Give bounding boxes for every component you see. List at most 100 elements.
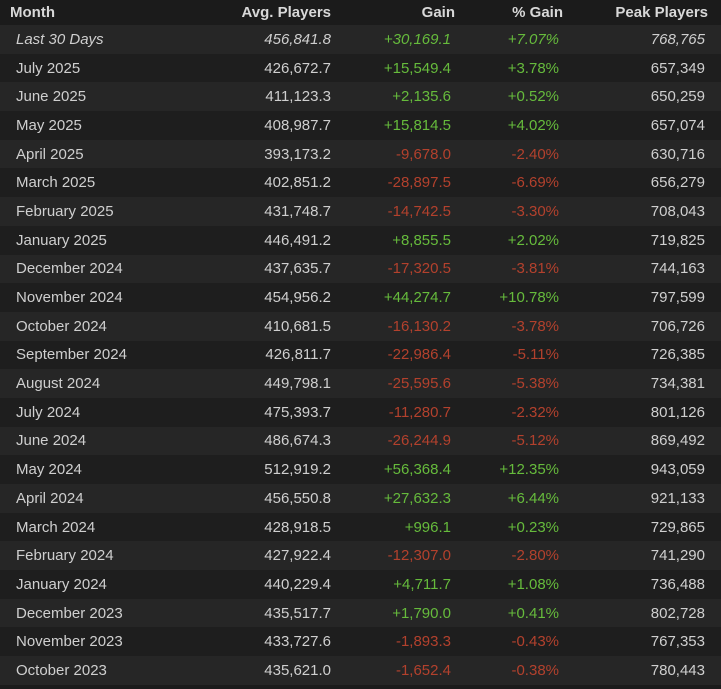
avg-players-cell: 428,918.5 [150, 512, 340, 542]
month-cell: September 2024 [0, 340, 150, 370]
peak-players-cell: 719,825 [579, 225, 721, 255]
table-row: April 2024 456,550.8 +27,632.3 +6.44% 921,13… [0, 484, 721, 513]
percent-gain-cell: +12.35% [466, 455, 579, 484]
gain-cell: +44,274.7 [340, 283, 466, 312]
table-row: October 2023 435,621.0 -1,652.4 -0.38% 780,4… [0, 656, 721, 685]
percent-gain-cell: -5.38% [466, 369, 579, 398]
gain-cell: +1,790.0 [340, 598, 466, 628]
peak-players-cell: 767,353 [579, 627, 721, 657]
gain-cell: -26,244.9 [340, 426, 466, 456]
gain-cell: +56,368.4 [340, 455, 466, 484]
percent-gain-cell: -5.11% [466, 340, 579, 370]
peak-players-cell: 736,488 [579, 570, 721, 599]
peak-players-cell: 869,492 [579, 426, 721, 456]
avg-players-cell: 411,123.3 [150, 82, 340, 112]
table-row: May 2024 512,919.2 +56,368.4 +12.35% 943,059 [0, 455, 721, 484]
peak-players-cell: 741,290 [579, 541, 721, 571]
peak-players-cell: 797,599 [579, 283, 721, 312]
gain-cell: -14,742.5 [340, 197, 466, 226]
percent-gain-cell: +0.23% [466, 512, 579, 542]
avg-players-cell: 402,851.2 [150, 168, 340, 198]
peak-players-column-header[interactable]: Peak Players [579, 0, 721, 25]
month-column-header[interactable]: Month [0, 0, 150, 25]
gain-cell: +996.1 [340, 512, 466, 542]
month-cell: May 2025 [0, 111, 150, 140]
peak-players-cell: 734,381 [579, 369, 721, 398]
table-row: July 2025 426,672.7 +15,549.4 +3.78% 657,349 [0, 53, 721, 83]
table-row: Last 30 Days 456,841.8 +30,169.1 +7.07% 768,… [0, 25, 721, 54]
table-row: May 2025 408,987.7 +15,814.5 +4.02% 657,074 [0, 111, 721, 140]
percent-gain-cell: +10.78% [466, 283, 579, 312]
percent-gain-cell: +6.44% [466, 484, 579, 513]
percent-gain-cell: -3.78% [466, 311, 579, 341]
table-row: September 2024 426,811.7 -22,986.4 -5.11% 72… [0, 340, 721, 370]
avg-players-cell: 393,173.2 [150, 139, 340, 169]
month-cell: January 2024 [0, 570, 150, 599]
month-cell: November 2024 [0, 283, 150, 312]
gain-cell: -25,595.6 [340, 369, 466, 398]
percent-gain-cell: -2.40% [466, 139, 579, 169]
percent-gain-column-header[interactable]: % Gain [466, 0, 579, 25]
avg-players-cell: 433,727.6 [150, 627, 340, 657]
table-row: March 2024 428,918.5 +996.1 +0.23% 729,865 [0, 512, 721, 542]
avg-players-cell: 449,798.1 [150, 369, 340, 398]
month-cell: July 2025 [0, 53, 150, 83]
peak-players-cell: 630,716 [579, 139, 721, 169]
table-row: April 2025 393,173.2 -9,678.0 -2.40% 630,716 [0, 139, 721, 169]
header-row: Month Avg. Players Gain % Gain Peak Play… [0, 0, 721, 25]
gain-cell: -11,280.7 [340, 397, 466, 427]
avg-players-cell: 427,922.4 [150, 541, 340, 571]
month-cell: November 2023 [0, 627, 150, 657]
table-row: January 2024 440,229.4 +4,711.7 +1.08% 736,4… [0, 570, 721, 599]
gain-column-header[interactable]: Gain [340, 0, 466, 25]
gain-cell: +8,855.5 [340, 225, 466, 255]
month-cell: October 2023 [0, 656, 150, 685]
gain-cell: -16,130.2 [340, 311, 466, 341]
avg-players-cell: 435,621.0 [150, 656, 340, 685]
month-cell: August 2024 [0, 369, 150, 398]
percent-gain-cell: +7.07% [466, 25, 579, 54]
peak-players-cell: 726,385 [579, 340, 721, 370]
month-cell: June 2024 [0, 426, 150, 456]
gain-cell: -22,986.4 [340, 340, 466, 370]
peak-players-cell: 802,728 [579, 598, 721, 628]
percent-gain-cell: +1.08% [466, 570, 579, 599]
gain-cell: +15,549.4 [340, 53, 466, 83]
month-cell: Last 30 Days [0, 25, 150, 54]
table-row: February 2024 427,922.4 -12,307.0 -2.80% 741… [0, 541, 721, 571]
month-cell: July 2024 [0, 397, 150, 427]
month-cell: February 2025 [0, 197, 150, 226]
table-row: July 2024 475,393.7 -11,280.7 -2.32% 801,126 [0, 397, 721, 427]
table-row: March 2025 402,851.2 -28,897.5 -6.69% 656,27… [0, 168, 721, 198]
gain-cell: -9,678.0 [340, 139, 466, 169]
percent-gain-cell: -3.81% [466, 254, 579, 284]
avg-players-cell: 486,674.3 [150, 426, 340, 456]
gain-cell: -17,320.5 [340, 254, 466, 284]
percent-gain-cell: -2.80% [466, 541, 579, 571]
month-cell: March 2025 [0, 168, 150, 198]
gain-cell: -28,897.5 [340, 168, 466, 198]
peak-players-cell: 657,074 [579, 111, 721, 140]
month-cell: December 2024 [0, 254, 150, 284]
peak-players-cell: 706,726 [579, 311, 721, 341]
month-cell: February 2024 [0, 541, 150, 571]
percent-gain-cell: -3.30% [466, 197, 579, 226]
month-cell: December 2023 [0, 598, 150, 628]
gain-cell: +15,814.5 [340, 111, 466, 140]
table-header: Month Avg. Players Gain % Gain Peak Play… [0, 0, 721, 25]
avg-players-column-header[interactable]: Avg. Players [150, 0, 340, 25]
month-cell: January 2025 [0, 225, 150, 255]
month-cell: April 2024 [0, 484, 150, 513]
table-row: February 2025 431,748.7 -14,742.5 -3.30% 708… [0, 197, 721, 226]
table-body: Last 30 Days 456,841.8 +30,169.1 +7.07% 768,… [0, 25, 721, 685]
table-row: October 2024 410,681.5 -16,130.2 -3.78% 706,… [0, 311, 721, 341]
gain-cell: -12,307.0 [340, 541, 466, 571]
percent-gain-cell: -2.32% [466, 397, 579, 427]
avg-players-cell: 454,956.2 [150, 283, 340, 312]
peak-players-cell: 780,443 [579, 656, 721, 685]
peak-players-cell: 657,349 [579, 53, 721, 83]
peak-players-cell: 650,259 [579, 82, 721, 112]
percent-gain-cell: +2.02% [466, 225, 579, 255]
percent-gain-cell: +3.78% [466, 53, 579, 83]
player-stats-table: Month Avg. Players Gain % Gain Peak Play… [0, 0, 721, 685]
